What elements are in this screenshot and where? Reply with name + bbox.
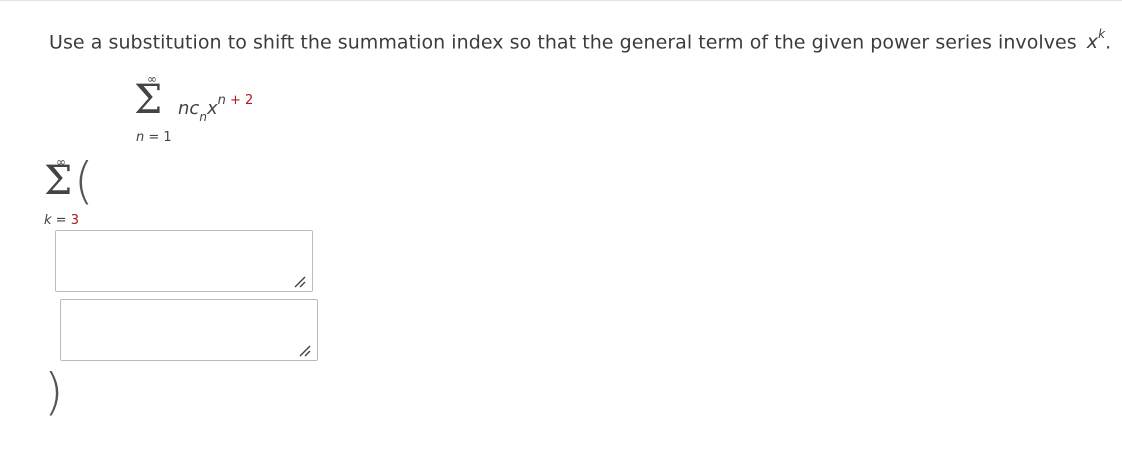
given-power-series: ∞ Σ ncnxn + 2 n = 1 bbox=[134, 72, 294, 152]
close-parenthesis: ) bbox=[44, 363, 64, 421]
term-exponent: n + 2 bbox=[218, 93, 254, 108]
given-index-var: n bbox=[136, 130, 145, 145]
answer-index-var: k bbox=[44, 213, 52, 228]
answer-input-second[interactable] bbox=[60, 299, 318, 361]
answer-series: ∞ Σ ( k = 3 bbox=[44, 155, 124, 235]
answer-sigma-symbol: Σ bbox=[44, 158, 73, 204]
top-divider bbox=[0, 0, 1122, 1]
answer-lower-limit: k = 3 bbox=[44, 213, 79, 228]
term-coefficient: n bbox=[178, 98, 190, 119]
term-x: x bbox=[206, 98, 218, 119]
term-c: c bbox=[189, 98, 200, 119]
term-exponent-shift: + 2 bbox=[225, 93, 254, 108]
answer-input-first[interactable] bbox=[55, 230, 313, 292]
question-prompt: Use a substitution to shift the summatio… bbox=[49, 27, 1112, 54]
prompt-period: . bbox=[1105, 31, 1112, 54]
open-parenthesis: ( bbox=[74, 152, 94, 210]
answer-index-start: 3 bbox=[70, 213, 79, 228]
given-index-start: = 1 bbox=[144, 130, 172, 145]
resize-handle-icon[interactable] bbox=[297, 343, 311, 357]
resize-handle-icon[interactable] bbox=[292, 274, 306, 288]
prompt-variable: xk bbox=[1086, 27, 1105, 54]
given-general-term: ncnxn + 2 bbox=[178, 93, 254, 124]
variable-base: x bbox=[1086, 31, 1099, 54]
given-lower-limit: n = 1 bbox=[136, 130, 172, 145]
answer-index-eq: = bbox=[51, 213, 71, 228]
prompt-text: Use a substitution to shift the summatio… bbox=[49, 31, 1077, 54]
term-exponent-var: n bbox=[217, 93, 226, 108]
term-c-subscript: n bbox=[199, 109, 207, 124]
variable-exponent: k bbox=[1098, 27, 1106, 41]
given-sigma-symbol: Σ bbox=[134, 77, 163, 123]
